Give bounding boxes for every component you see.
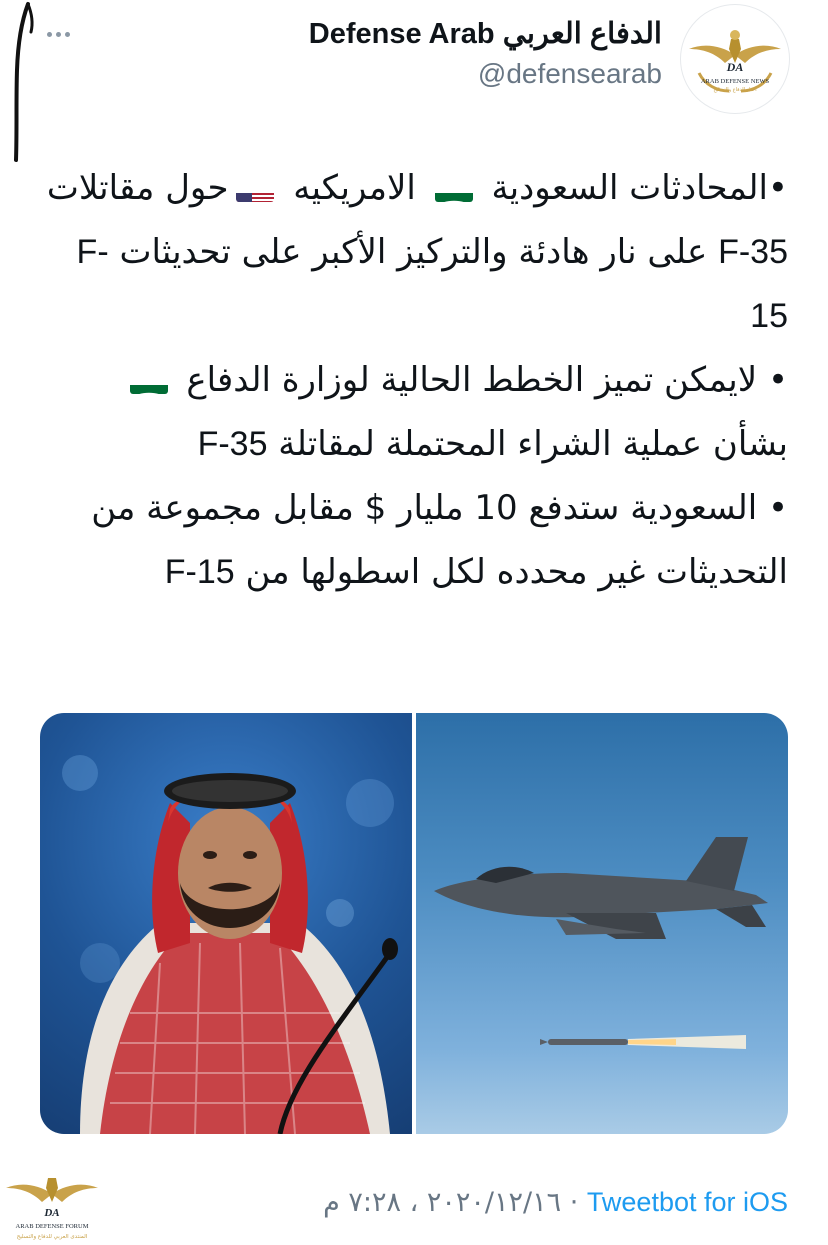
media-image-jet[interactable]: [416, 713, 788, 1134]
media-image-person[interactable]: [40, 713, 412, 1134]
tweet-text-segment: بشأن عملية الشراء المحتملة لمقاتلة: [267, 424, 788, 464]
author-avatar[interactable]: DA ARAB DEFENSE NEWS أخبار الدفاع والتسل…: [680, 4, 790, 114]
scribble-mark: [14, 2, 34, 162]
tweet-paragraph: • السعودية ستدفع 10 مليار $ مقابل مجموعة…: [40, 476, 788, 604]
tweet-text-segment: •المحادثات السعودية: [480, 168, 788, 208]
avatar-caption-ar: أخبار الدفاع والتسليح: [713, 86, 757, 93]
author-handle[interactable]: @defensearab: [309, 54, 662, 94]
tweet-timestamp[interactable]: ٢٠٢٠/١٢/١٦ ، ٧:٢٨ م: [323, 1187, 561, 1218]
tweet-media[interactable]: [40, 713, 788, 1134]
eagle-logo-icon: DA ARAB DEFENSE NEWS أخبار الدفاع والتسل…: [689, 30, 781, 93]
tweet-text-segment: • لايمكن تميز الخطط الحالية لوزارة الدفا…: [175, 360, 788, 400]
tweet-paragraph: • لايمكن تميز الخطط الحالية لوزارة الدفا…: [40, 348, 788, 476]
tweet-footer: ٢٠٢٠/١٢/١٦ ، ٧:٢٨ م · Tweetbot for iOS: [323, 1182, 788, 1223]
tweet-text: •المحادثات السعودية الامريكيه حول مقاتلا…: [40, 156, 788, 604]
person-photo-icon: [62, 755, 398, 1134]
avatar-monogram: DA: [726, 60, 744, 74]
saudi-flag-icon: [129, 368, 168, 394]
tweet-text-segment: F-35: [197, 425, 268, 463]
tweet-paragraph: •المحادثات السعودية الامريكيه حول مقاتلا…: [40, 156, 788, 348]
tweet-text-segment: F-15: [164, 553, 235, 591]
tweet-text-segment: الامريكيه: [282, 168, 427, 208]
tweet-author[interactable]: Defense Arab الدفاع العربي @defensearab: [309, 14, 662, 94]
more-dots-icon: [46, 31, 52, 37]
watermark-monogram: DA: [43, 1207, 59, 1219]
tweet-source-link[interactable]: Tweetbot for iOS: [587, 1187, 788, 1217]
watermark-caption: ARAB DEFENSE FORUM: [16, 1223, 89, 1230]
watermark-caption-ar: المنتدى العربي للدفاع والتسليح: [17, 1234, 88, 1240]
tweet-text-segment: على نار هادئة والتركيز الأكبر على تحديثا…: [108, 232, 719, 272]
tweet-text-segment: F-35: [718, 233, 788, 271]
saudi-flag-icon: [434, 176, 473, 202]
f35-jet-icon: [434, 837, 768, 1049]
usa-flag-icon: [236, 176, 275, 202]
forum-watermark-logo: DA ARAB DEFENSE FORUM المنتدى العربي للد…: [6, 1178, 98, 1240]
author-display-name[interactable]: Defense Arab الدفاع العربي: [309, 14, 662, 54]
more-options-button[interactable]: [38, 22, 78, 46]
avatar-caption: ARAB DEFENSE NEWS: [701, 78, 770, 85]
footer-separator: ·: [569, 1187, 579, 1218]
tweet-text-segment: حول مقاتلات: [46, 168, 229, 208]
